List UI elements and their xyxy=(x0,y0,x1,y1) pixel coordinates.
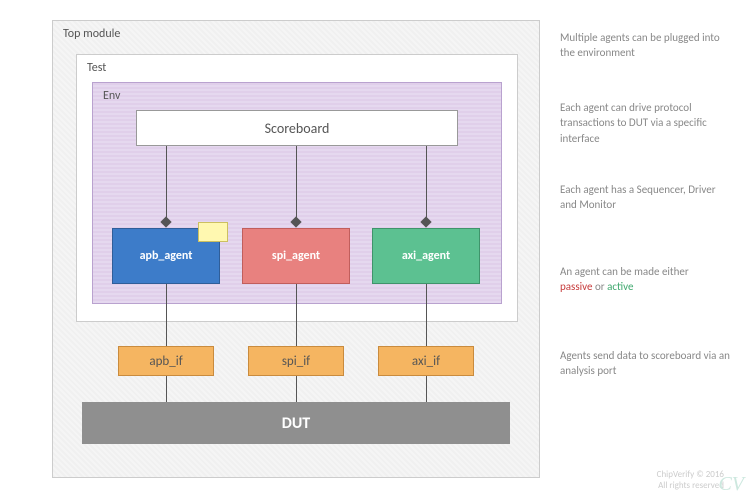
passive-word: passive xyxy=(560,280,593,293)
test-title: Test xyxy=(87,61,106,75)
spi-agent-label: spi_agent xyxy=(272,249,320,263)
note-1: Multiple agents can be plugged into the … xyxy=(560,30,730,61)
note-4: An agent can be made either passive or a… xyxy=(560,264,730,295)
axi-agent-box: axi_agent xyxy=(372,228,480,284)
or-word: or xyxy=(593,280,608,293)
wire-spi-dut xyxy=(296,376,297,402)
spi-if-label: spi_if xyxy=(282,354,310,369)
apb-if-label: apb_if xyxy=(149,354,182,369)
spi-agent-box: spi_agent xyxy=(242,228,350,284)
footer-line1: ChipVerify © 2016 xyxy=(657,469,724,481)
axi-agent-label: axi_agent xyxy=(402,249,450,263)
axi-if-box: axi_if xyxy=(378,346,474,376)
axi-if-label: axi_if xyxy=(412,354,440,369)
active-word: active xyxy=(607,280,633,293)
top-module-title: Top module xyxy=(63,27,120,41)
wire-spi xyxy=(296,146,297,224)
wire-axi-dut xyxy=(426,376,427,402)
scoreboard-label: Scoreboard xyxy=(265,120,330,137)
note-4-text: An agent can be made either xyxy=(560,265,689,278)
wire-axi-if xyxy=(426,284,427,346)
wire-apb xyxy=(166,146,167,224)
wire-apb-dut xyxy=(166,376,167,402)
scoreboard-box: Scoreboard xyxy=(136,110,458,146)
note-3: Each agent has a Sequencer, Driver and M… xyxy=(560,182,730,213)
apb-if-box: apb_if xyxy=(118,346,214,376)
env-title: Env xyxy=(103,89,120,103)
sticky-note xyxy=(198,222,228,242)
wire-axi xyxy=(426,146,427,224)
note-2: Each agent can drive protocol transactio… xyxy=(560,100,730,146)
spi-if-box: spi_if xyxy=(248,346,344,376)
wire-spi-if xyxy=(296,284,297,346)
wire-apb-if xyxy=(166,284,167,346)
dut-box: DUT xyxy=(82,402,510,444)
footer-line2: All rights reserved xyxy=(657,480,724,492)
dut-label: DUT xyxy=(282,414,310,433)
logo: CV xyxy=(718,473,744,496)
apb-agent-label: apb_agent xyxy=(140,249,193,263)
note-5: Agents send data to scoreboard via an an… xyxy=(560,348,730,379)
footer: ChipVerify © 2016 All rights reserved xyxy=(657,469,724,492)
diagram-canvas: Top module Test Env Scoreboard apb_agent… xyxy=(0,0,750,500)
